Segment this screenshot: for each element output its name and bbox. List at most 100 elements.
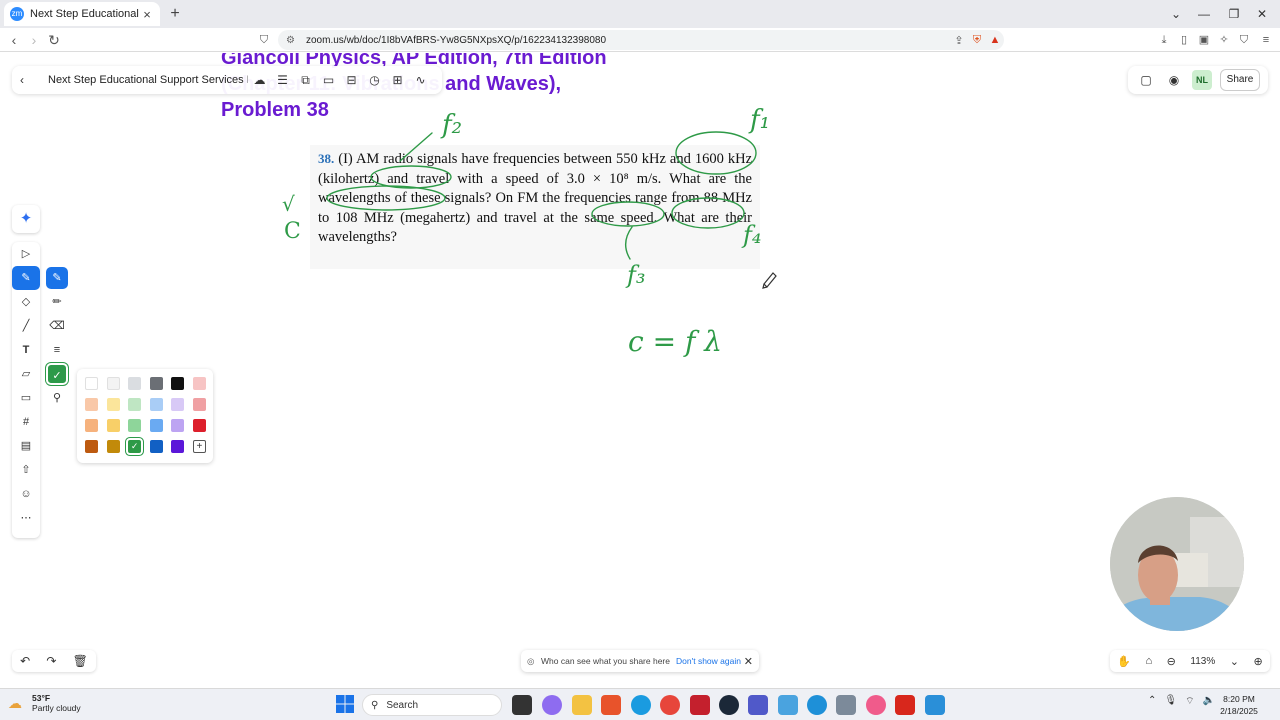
cloud-saved-icon[interactable]: ☁ (248, 73, 271, 87)
restore-button[interactable]: ❐ (1224, 4, 1244, 24)
bookmark-icon[interactable]: ⛉ (254, 30, 274, 50)
color-swatch[interactable] (85, 377, 98, 390)
site-info-icon[interactable]: ⚙ (286, 35, 300, 46)
trash-icon[interactable]: 🗑 (73, 654, 88, 668)
color-swatch[interactable] (171, 440, 185, 453)
color-swatch[interactable] (85, 419, 98, 432)
selected-color-icon[interactable]: ✓ (46, 363, 68, 385)
dont-show-again-link[interactable]: Don't show again (676, 656, 741, 666)
present-icon[interactable]: ▭ (317, 73, 340, 87)
user-avatar[interactable]: NL (1192, 70, 1212, 90)
browser-tab[interactable]: zm Next Step Educational Support × (4, 2, 160, 26)
close-window-button[interactable]: ✕ (1252, 4, 1272, 24)
taskbar-search[interactable]: ⚲ Search (362, 694, 502, 716)
menu-icon[interactable]: ☰ (271, 73, 294, 87)
edge-browser-icon[interactable] (631, 695, 651, 715)
color-swatch[interactable] (128, 398, 142, 411)
select-tool-icon[interactable]: ▷ (12, 242, 40, 266)
templates-icon[interactable]: ⊟ (340, 73, 363, 87)
url-bar[interactable]: ⚙ zoom.us/wb/doc/1I8bVAfBRS-Yw8G5NXpsXQ/… (278, 30, 1004, 50)
color-swatch[interactable] (192, 398, 206, 411)
color-swatch[interactable] (149, 398, 163, 411)
shapes-tool-icon[interactable]: ◇ (12, 290, 40, 314)
eraser-icon[interactable]: ⌫ (46, 315, 68, 337)
line-tool-icon[interactable]: ╱ (12, 314, 40, 338)
windows-start-icon[interactable] (336, 695, 354, 713)
comments-icon[interactable]: ▢ (1136, 73, 1156, 87)
color-swatch[interactable] (85, 440, 98, 453)
timer-icon[interactable]: ◷ (363, 73, 386, 87)
undo-icon[interactable]: ↶ (20, 654, 30, 668)
leo-ai-icon[interactable]: ✧ (1214, 30, 1234, 50)
brave-rewards-icon[interactable]: ▲ (986, 34, 1004, 46)
wallet-icon[interactable]: ▣ (1194, 30, 1214, 50)
teams-icon[interactable] (748, 695, 768, 715)
zoom-in-icon[interactable]: ⊕ (1253, 655, 1262, 668)
reload-icon[interactable]: ↻ (44, 30, 64, 50)
color-swatch[interactable] (106, 377, 120, 390)
color-swatch[interactable] (106, 398, 120, 411)
music-icon[interactable] (866, 695, 886, 715)
minimize-button[interactable]: — (1194, 4, 1214, 24)
pdf-reader-icon[interactable] (895, 695, 915, 715)
weather-widget[interactable]: ☁ 53°F Partly cloudy (8, 693, 81, 713)
brave-browser-icon[interactable] (601, 695, 621, 715)
color-swatch[interactable] (171, 419, 185, 432)
zoom-app-icon[interactable] (925, 695, 945, 715)
taskbar-clock[interactable]: 8:20 PM 2/18/2025 (1204, 693, 1274, 717)
task-view-icon[interactable] (512, 695, 532, 715)
apps-icon[interactable]: ⊞ (386, 73, 409, 87)
minimap-icon[interactable]: ⌂ (1145, 655, 1152, 667)
tab-close-icon[interactable]: × (140, 7, 154, 22)
new-tab-button[interactable]: + (165, 4, 185, 24)
pages-icon[interactable]: ⧉ (294, 73, 317, 88)
wifi-icon[interactable]: ⌔ (1185, 695, 1194, 708)
frame-tool-icon[interactable]: # (12, 410, 40, 434)
zoom-level[interactable]: 113% (1190, 656, 1215, 667)
forward-arrow-icon[interactable]: › (24, 30, 44, 50)
sidebar-icon[interactable]: ▯ (1174, 30, 1194, 50)
hand-tool-icon[interactable]: ✋ (1117, 655, 1131, 668)
back-chevron-icon[interactable]: ‹ (20, 73, 38, 87)
app-icon-red[interactable] (690, 695, 710, 715)
color-swatch[interactable] (149, 440, 163, 453)
color-swatch[interactable] (128, 377, 142, 390)
color-swatch[interactable]: ✓ (128, 440, 142, 453)
whiteboard-canvas[interactable]: Giancoli Physics, AP Edition, 7th Editio… (0, 53, 1280, 688)
color-swatch[interactable] (106, 419, 120, 432)
copilot-icon[interactable] (542, 695, 562, 715)
color-swatch[interactable] (171, 377, 185, 390)
pen-tool-icon[interactable]: ✎ (12, 266, 40, 290)
zoom-out-icon[interactable]: ⊖ (1167, 655, 1176, 668)
close-icon[interactable]: ✕ (744, 655, 753, 668)
color-swatch[interactable] (192, 419, 206, 432)
comment-tool-icon[interactable]: ▭ (12, 386, 40, 410)
steam-icon[interactable] (719, 695, 739, 715)
share-page-icon[interactable]: ⇪ (950, 34, 968, 47)
emoji-icon[interactable]: ☺ (12, 482, 40, 506)
follow-view-icon[interactable]: ◉ (1164, 73, 1184, 87)
color-swatch[interactable] (106, 440, 120, 453)
tab-search-chevron-icon[interactable]: ⌄ (1166, 4, 1186, 24)
sticky-note-icon[interactable]: ▱ (12, 362, 40, 386)
color-swatch[interactable] (149, 419, 163, 432)
smart-draw-icon[interactable]: ∿ (409, 73, 432, 87)
document-title[interactable]: Next Step Educational Support Services L… (48, 74, 248, 86)
brave-shield-icon[interactable]: ⛨ (968, 34, 986, 47)
calculator-icon[interactable] (836, 695, 856, 715)
color-swatch[interactable] (85, 398, 98, 411)
stroke-width-icon[interactable]: ≡ (46, 339, 68, 361)
table-tool-icon[interactable]: ▤ (12, 434, 40, 458)
microphone-icon[interactable]: 🎙 (1164, 695, 1177, 708)
pen-option-icon[interactable]: ✎ (46, 267, 68, 289)
ai-companion-icon[interactable]: ✦ (12, 205, 40, 233)
upload-icon[interactable]: ⇧ (12, 458, 40, 482)
more-tools-icon[interactable]: ⋯ (12, 506, 40, 530)
color-swatch[interactable] (171, 398, 185, 411)
url-text[interactable]: zoom.us/wb/doc/1I8bVAfBRS-Yw8G5NXpsXQ/p/… (306, 35, 950, 46)
share-button[interactable]: Share (1220, 69, 1260, 91)
app-icon-blue[interactable] (778, 695, 798, 715)
redo-icon[interactable]: ↷ (46, 654, 56, 668)
file-explorer-icon[interactable] (572, 695, 592, 715)
color-swatch[interactable] (192, 377, 206, 390)
